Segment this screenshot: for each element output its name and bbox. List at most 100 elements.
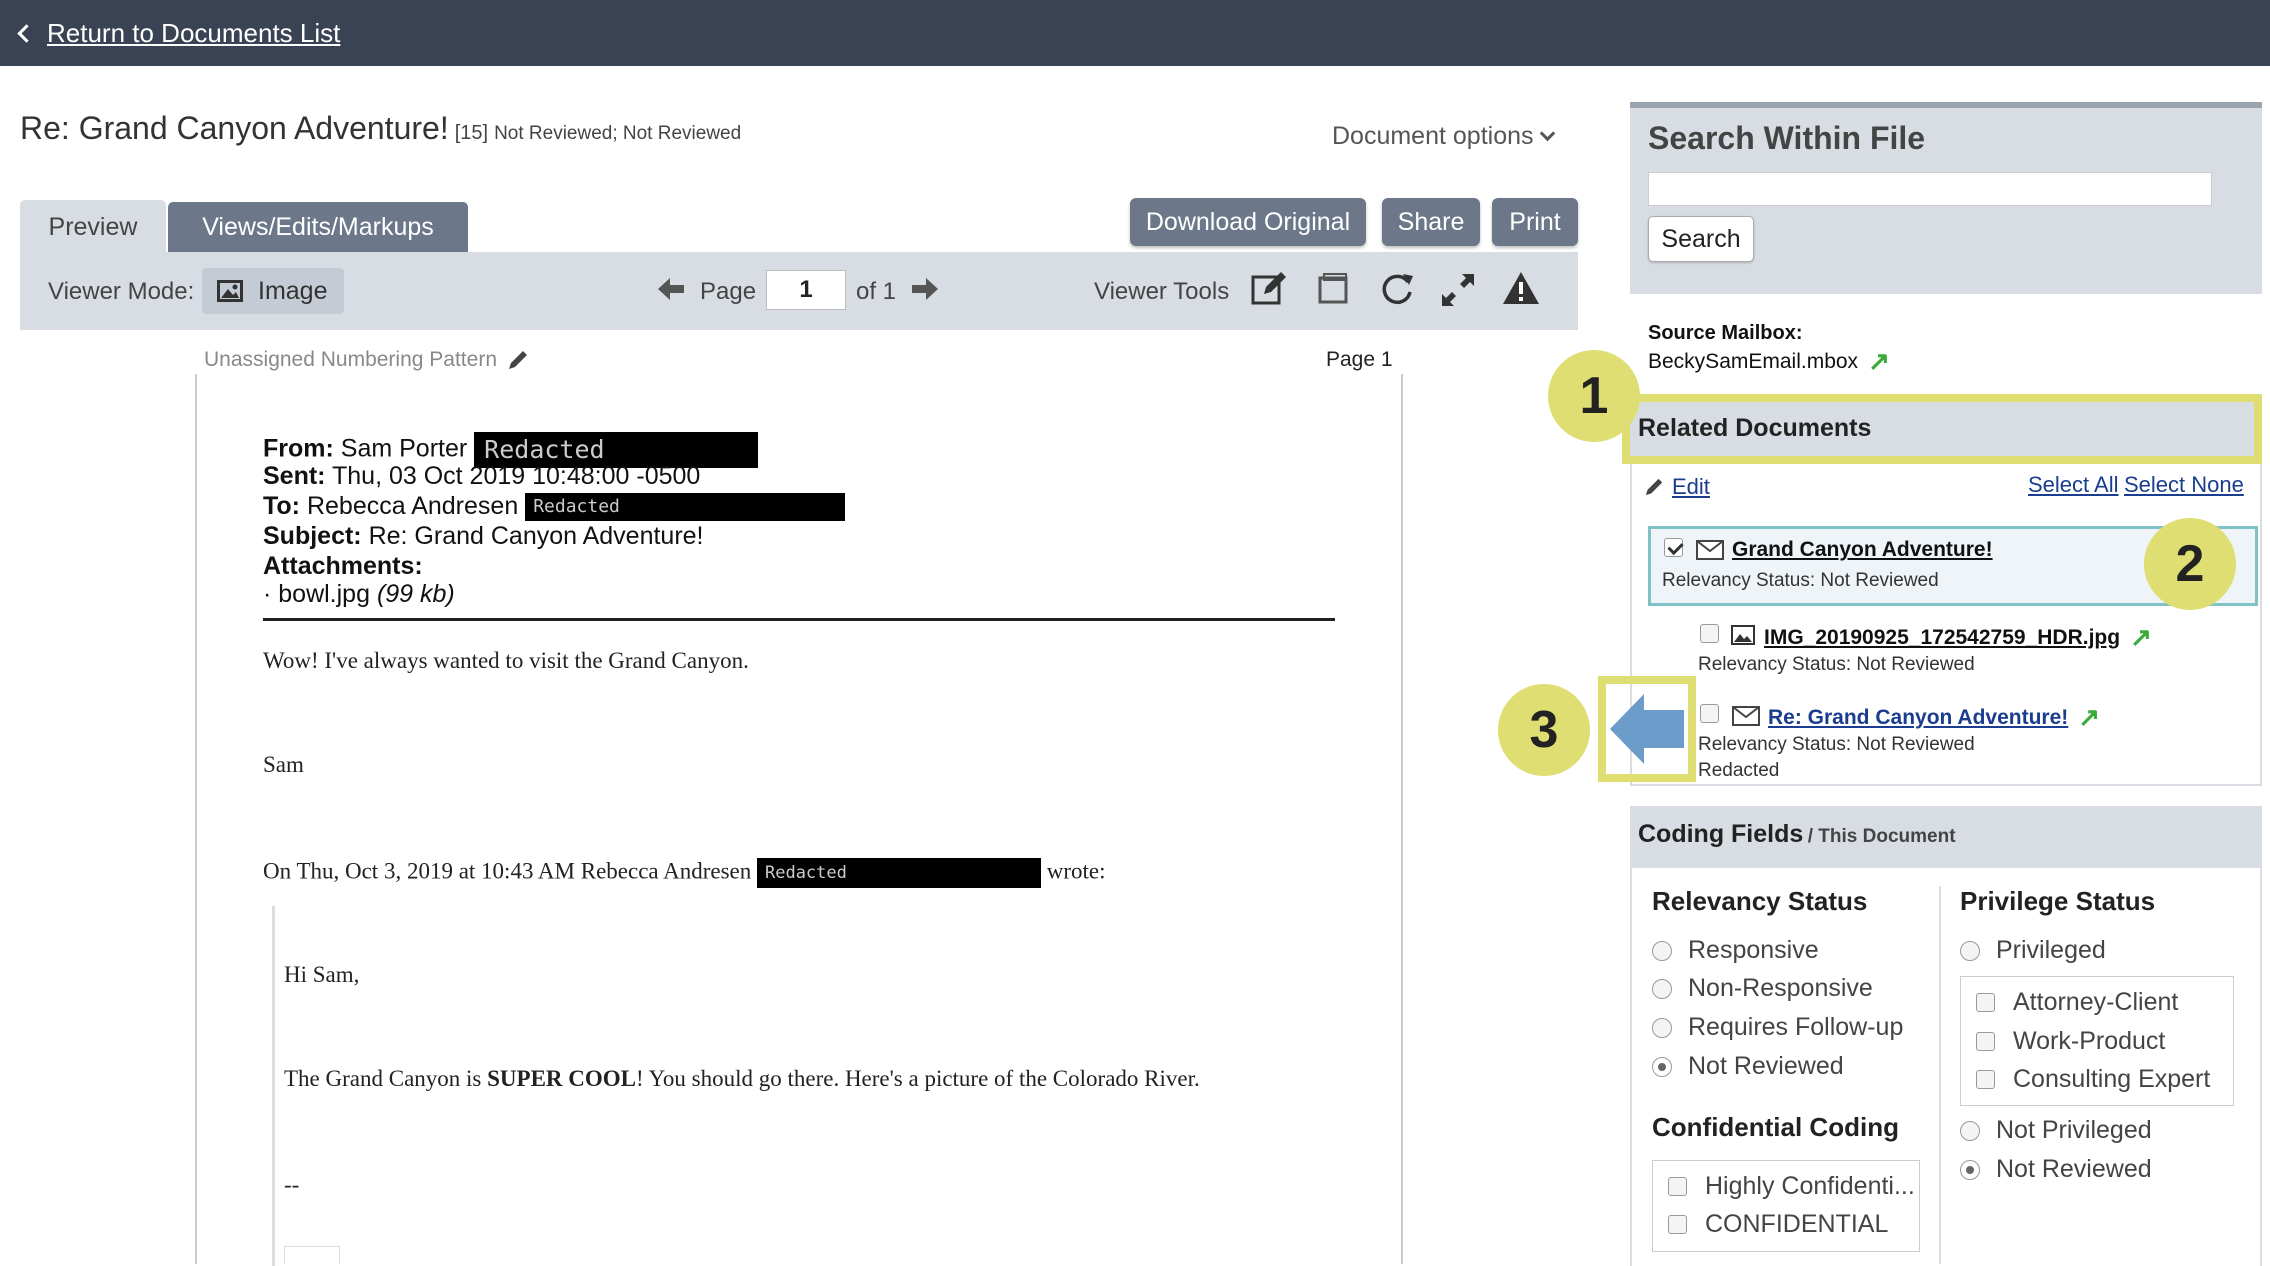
tab-views-edits-markups[interactable]: Views/Edits/Markups (168, 202, 468, 252)
document-title: Re: Grand Canyon Adventure! [15] Not Revie… (20, 110, 741, 147)
source-mailbox-label: Source Mailbox: (1648, 322, 1803, 344)
image-placeholder (284, 1246, 340, 1264)
related-edit-link[interactable]: Edit (1644, 474, 1710, 500)
signature: Sam (263, 752, 304, 777)
option-label: Non-Responsive (1688, 974, 1873, 1002)
privilege-option-consulting-expert[interactable]: Consulting Expert (1976, 1065, 2210, 1094)
option-label: Privileged (1996, 936, 2106, 964)
external-link-icon: ↗ (1868, 346, 1890, 376)
document-options-dropdown[interactable]: Document options (1332, 122, 1555, 151)
page-number-input[interactable]: 1 (766, 270, 846, 310)
quote-bar (272, 906, 275, 1266)
rotate-icon[interactable] (1378, 270, 1416, 308)
return-to-documents-link[interactable]: Return to Documents List (17, 18, 341, 49)
page-label: Page (700, 278, 757, 305)
header-divider (263, 618, 1335, 621)
email-attachments-label: Attachments: (263, 552, 423, 581)
confidential-option-highly-confidential[interactable]: Highly Confidenti... (1668, 1172, 1915, 1201)
reply-wrote: wrote: (1046, 858, 1106, 884)
related-item-link[interactable]: IMG_20190925_172542759_HDR.jpg ↗ (1764, 622, 2152, 653)
related-item-link[interactable]: Re: Grand Canyon Adventure! ↗ (1768, 702, 2100, 733)
option-label: Responsive (1688, 936, 1819, 964)
option-label: Not Reviewed (1996, 1155, 2152, 1183)
prev-page-arrow-icon[interactable] (658, 278, 684, 305)
next-page-arrow-icon[interactable] (912, 278, 938, 305)
to-label: To: (263, 492, 301, 520)
subject-value: Re: Grand Canyon Adventure! (368, 522, 704, 550)
callout-3: 3 (1498, 684, 1590, 776)
fullscreen-icon[interactable] (1440, 272, 1476, 308)
radio-icon (1652, 940, 1672, 961)
privilege-option-not-reviewed[interactable]: Not Reviewed (1960, 1155, 2152, 1184)
option-label: Requires Follow-up (1688, 1013, 1904, 1041)
relevancy-option-non-responsive[interactable]: Non-Responsive (1652, 974, 1873, 1003)
option-label: Highly Confidenti... (1705, 1172, 1915, 1200)
source-mailbox[interactable]: BeckySamEmail.mbox ↗ (1648, 346, 1890, 377)
related-item-name: IMG_20190925_172542759_HDR.jpg (1764, 625, 2121, 649)
download-original-button[interactable]: Download Original (1130, 198, 1366, 246)
option-label: Not Privileged (1996, 1116, 2152, 1144)
callout-highlight-1 (1622, 394, 2262, 464)
email-subject: Subject: Re: Grand Canyon Adventure! (263, 522, 704, 551)
search-within-file-input[interactable] (1648, 172, 2212, 206)
privilege-option-not-privileged[interactable]: Not Privileged (1960, 1116, 2152, 1145)
search-within-file-title: Search Within File (1648, 120, 1926, 156)
image-icon (217, 280, 243, 302)
related-item-name: Grand Canyon Adventure! (1732, 538, 1993, 561)
related-item-checkbox[interactable] (1664, 538, 1683, 557)
attachment-name: · bowl.jpg (263, 580, 370, 608)
redaction-box: Redacted (525, 493, 846, 522)
return-label: Return to Documents List (47, 18, 341, 48)
body-line-2: The Grand Canyon is SUPER COOL! You shou… (284, 1066, 1200, 1092)
crop-icon[interactable] (1316, 272, 1352, 308)
annotate-edit-icon[interactable] (1250, 270, 1288, 308)
numbering-pattern[interactable]: Unassigned Numbering Pattern (204, 348, 529, 372)
edit-link: Edit (1672, 474, 1710, 499)
page-count: of 1 (856, 278, 897, 305)
confidential-option-confidential[interactable]: CONFIDENTIAL (1668, 1210, 1888, 1239)
privilege-option-work-product[interactable]: Work-Product (1976, 1027, 2165, 1056)
related-item-status: Relevancy Status: Not Reviewed (1698, 654, 1975, 675)
select-all-link[interactable]: Select All (2028, 472, 2119, 498)
tab-preview[interactable]: Preview (20, 200, 166, 254)
email-sent: Sent: Thu, 03 Oct 2019 10:48:00 -0500 (263, 462, 700, 491)
sent-label: Sent: (263, 462, 326, 490)
relevancy-option-not-reviewed[interactable]: Not Reviewed (1652, 1052, 1844, 1081)
radio-icon (1960, 940, 1980, 961)
pencil-icon (509, 351, 527, 369)
print-button[interactable]: Print (1492, 198, 1578, 246)
source-mailbox-value: BeckySamEmail.mbox (1648, 349, 1859, 373)
page-indicator: Page 1 (1326, 348, 1393, 371)
coding-subtitle: / This Document (1807, 826, 1956, 847)
column-divider (1939, 886, 1941, 1264)
subject-label: Subject: (263, 522, 362, 550)
select-none-link[interactable]: Select None (2124, 472, 2244, 498)
pencil-icon (1645, 478, 1663, 496)
checkbox-icon (1976, 1032, 1995, 1051)
external-link-icon: ↗ (2130, 622, 2152, 652)
greeting: Hi Sam, (284, 962, 360, 987)
related-item-link[interactable]: Grand Canyon Adventure! (1732, 538, 1993, 562)
privilege-option-attorney-client[interactable]: Attorney-Client (1976, 988, 2178, 1017)
relevancy-option-responsive[interactable]: Responsive (1652, 936, 1819, 965)
callout-2: 2 (2144, 518, 2236, 610)
warning-icon[interactable] (1502, 270, 1540, 306)
image-icon (1731, 625, 1755, 645)
body2-post: ! You should go there. Here's a picture … (636, 1066, 1200, 1091)
chevron-down-icon (1539, 125, 1555, 142)
related-item-name: Re: Grand Canyon Adventure! (1768, 705, 2069, 729)
relevancy-option-requires-follow-up[interactable]: Requires Follow-up (1652, 1013, 1903, 1042)
related-item-checkbox[interactable] (1700, 704, 1719, 723)
dashes: -- (284, 1172, 300, 1197)
option-label: CONFIDENTIAL (1705, 1210, 1889, 1238)
callout-1: 1 (1548, 350, 1640, 442)
viewer-mode-image-button[interactable]: Image (202, 268, 344, 314)
external-link-icon: ↗ (2078, 702, 2101, 732)
chevron-left-icon (17, 24, 36, 43)
privilege-option-privileged[interactable]: Privileged (1960, 936, 2106, 965)
option-label: Consulting Expert (2013, 1065, 2211, 1093)
search-button[interactable]: Search (1648, 216, 1754, 262)
share-button[interactable]: Share (1382, 198, 1480, 246)
related-item-checkbox[interactable] (1700, 624, 1719, 643)
body2-pre: The Grand Canyon is (284, 1066, 488, 1091)
